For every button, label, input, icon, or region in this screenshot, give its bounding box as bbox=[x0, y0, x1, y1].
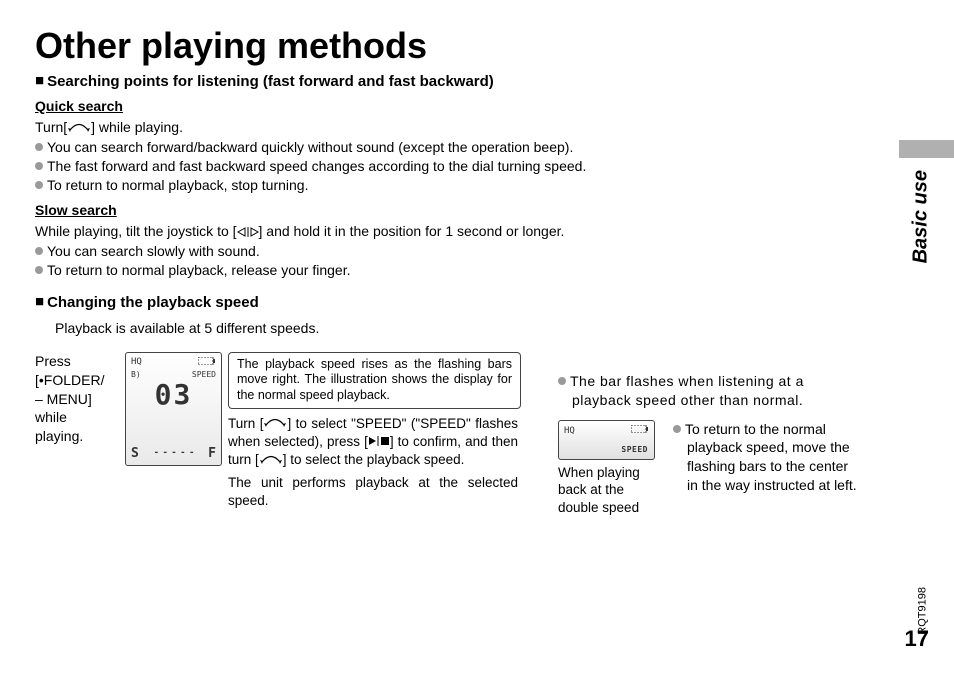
square-bullet-icon: ■ bbox=[35, 293, 44, 310]
square-bullet-icon: ■ bbox=[35, 72, 44, 89]
press-instruction: Press [•FOLDER/ – MENU] while playing. bbox=[35, 352, 117, 446]
section-heading-searching: ■Searching points for listening (fast fo… bbox=[35, 73, 859, 90]
left-right-triangle-icon bbox=[237, 223, 259, 242]
lcd-display-small: HQ SPEED bbox=[558, 420, 655, 460]
bullet-dot-icon bbox=[35, 143, 43, 151]
bullet-quick-3: To return to normal playback, stop turni… bbox=[35, 176, 859, 195]
info-box: The playback speed rises as the flashing… bbox=[228, 352, 521, 409]
bullet-dot-icon bbox=[558, 377, 566, 385]
dial-icon bbox=[259, 452, 283, 470]
bullet-quick-1: You can search forward/backward quickly … bbox=[35, 138, 859, 157]
lcd-speed-label: SPEED bbox=[192, 370, 216, 379]
lcd-small-speed: SPEED bbox=[621, 445, 648, 456]
page-number: 17 bbox=[905, 626, 929, 652]
bullet-dot-icon bbox=[35, 181, 43, 189]
lcd-bar-icons: - - - - - bbox=[154, 448, 194, 458]
bullet-right-2: To return to the normal playback speed, … bbox=[673, 420, 857, 496]
section-heading-speed: ■Changing the playback speed bbox=[35, 294, 859, 311]
section-heading-speed-text: Changing the playback speed bbox=[47, 294, 259, 311]
battery-icon bbox=[631, 425, 649, 437]
bullet-dot-icon bbox=[35, 247, 43, 255]
side-section-label: Basic use bbox=[909, 170, 932, 263]
lcd-hq-label: HQ bbox=[131, 357, 142, 368]
speed-right-block: The bar flashes when listening at a play… bbox=[558, 346, 858, 516]
bullet-slow-2: To return to normal playback, release yo… bbox=[35, 261, 859, 280]
speed-subtext: Playback is available at 5 different spe… bbox=[35, 319, 859, 338]
speed-left-block: Press [•FOLDER/ – MENU] while playing. H… bbox=[35, 352, 518, 511]
battery-icon bbox=[198, 357, 216, 368]
page-title: Other playing methods bbox=[35, 25, 859, 67]
bullet-dot-icon bbox=[673, 425, 681, 433]
lcd-b-label: B) bbox=[131, 370, 141, 379]
lcd-small-hq: HQ bbox=[564, 425, 575, 437]
dial-icon bbox=[263, 415, 287, 433]
bullet-dot-icon bbox=[35, 162, 43, 170]
sub-heading-slow-search: Slow search bbox=[35, 202, 859, 218]
dial-icon bbox=[67, 119, 91, 138]
lcd-display-main: HQ B) SPEED 03 S - - - - - F bbox=[125, 352, 222, 466]
quick-search-line: Turn[] while playing. bbox=[35, 118, 859, 138]
lcd-small-caption: When playing back at the double speed bbox=[558, 464, 658, 517]
side-tab-indicator bbox=[899, 140, 954, 158]
section-heading-text: Searching points for listening (fast for… bbox=[47, 73, 494, 90]
slow-search-line: While playing, tilt the joystick to [] a… bbox=[35, 222, 859, 242]
lcd-f-label: F bbox=[208, 446, 216, 461]
bullet-slow-1: You can search slowly with sound. bbox=[35, 242, 859, 261]
sub-heading-quick-search: Quick search bbox=[35, 98, 859, 114]
lcd-s-label: S bbox=[131, 446, 139, 461]
bullet-right-1: The bar flashes when listening at a play… bbox=[558, 372, 858, 410]
play-stop-icon bbox=[368, 434, 390, 449]
mid-instructions: The playback speed rises as the flashing… bbox=[228, 352, 518, 511]
bullet-dot-icon bbox=[35, 266, 43, 274]
bullet-quick-2: The fast forward and fast backward speed… bbox=[35, 157, 859, 176]
lcd-digits: 03 bbox=[126, 381, 221, 409]
